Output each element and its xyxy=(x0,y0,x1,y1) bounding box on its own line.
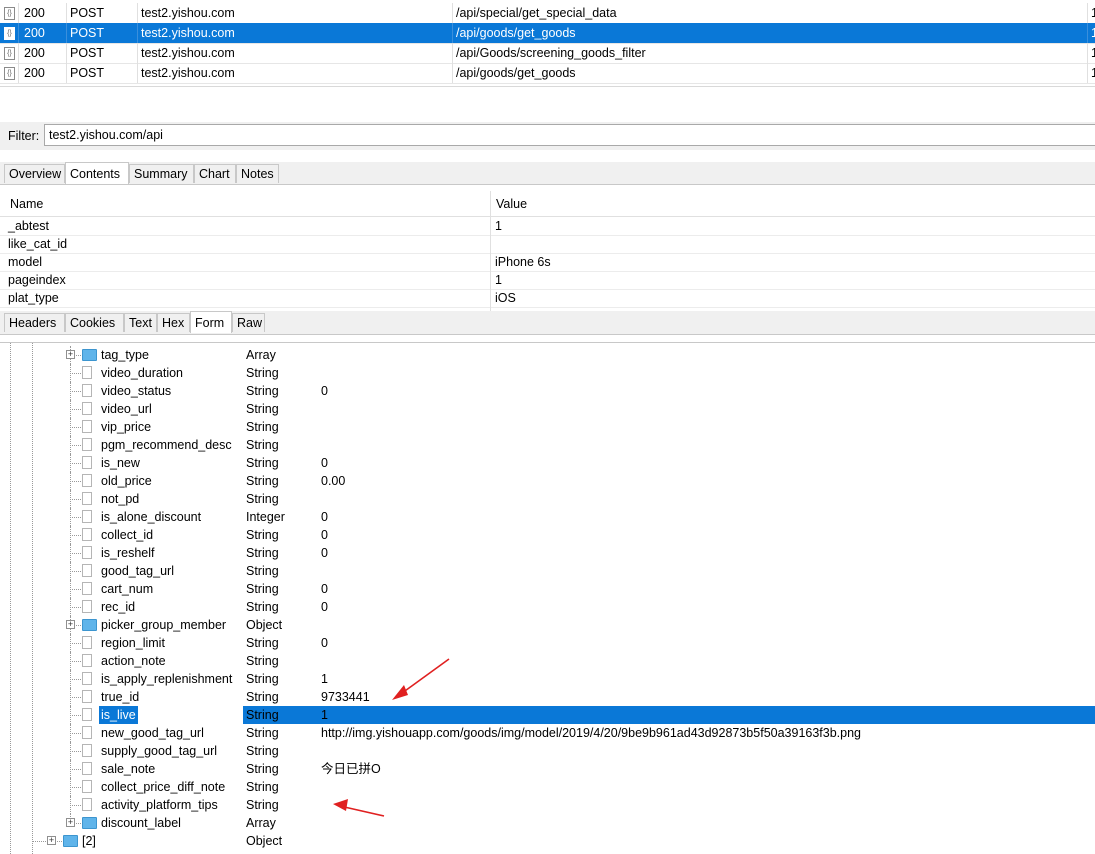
arrow-to-true-id xyxy=(392,658,450,700)
arrow-to-activity-platform-tips xyxy=(333,799,385,817)
annotation-arrows xyxy=(333,658,450,817)
